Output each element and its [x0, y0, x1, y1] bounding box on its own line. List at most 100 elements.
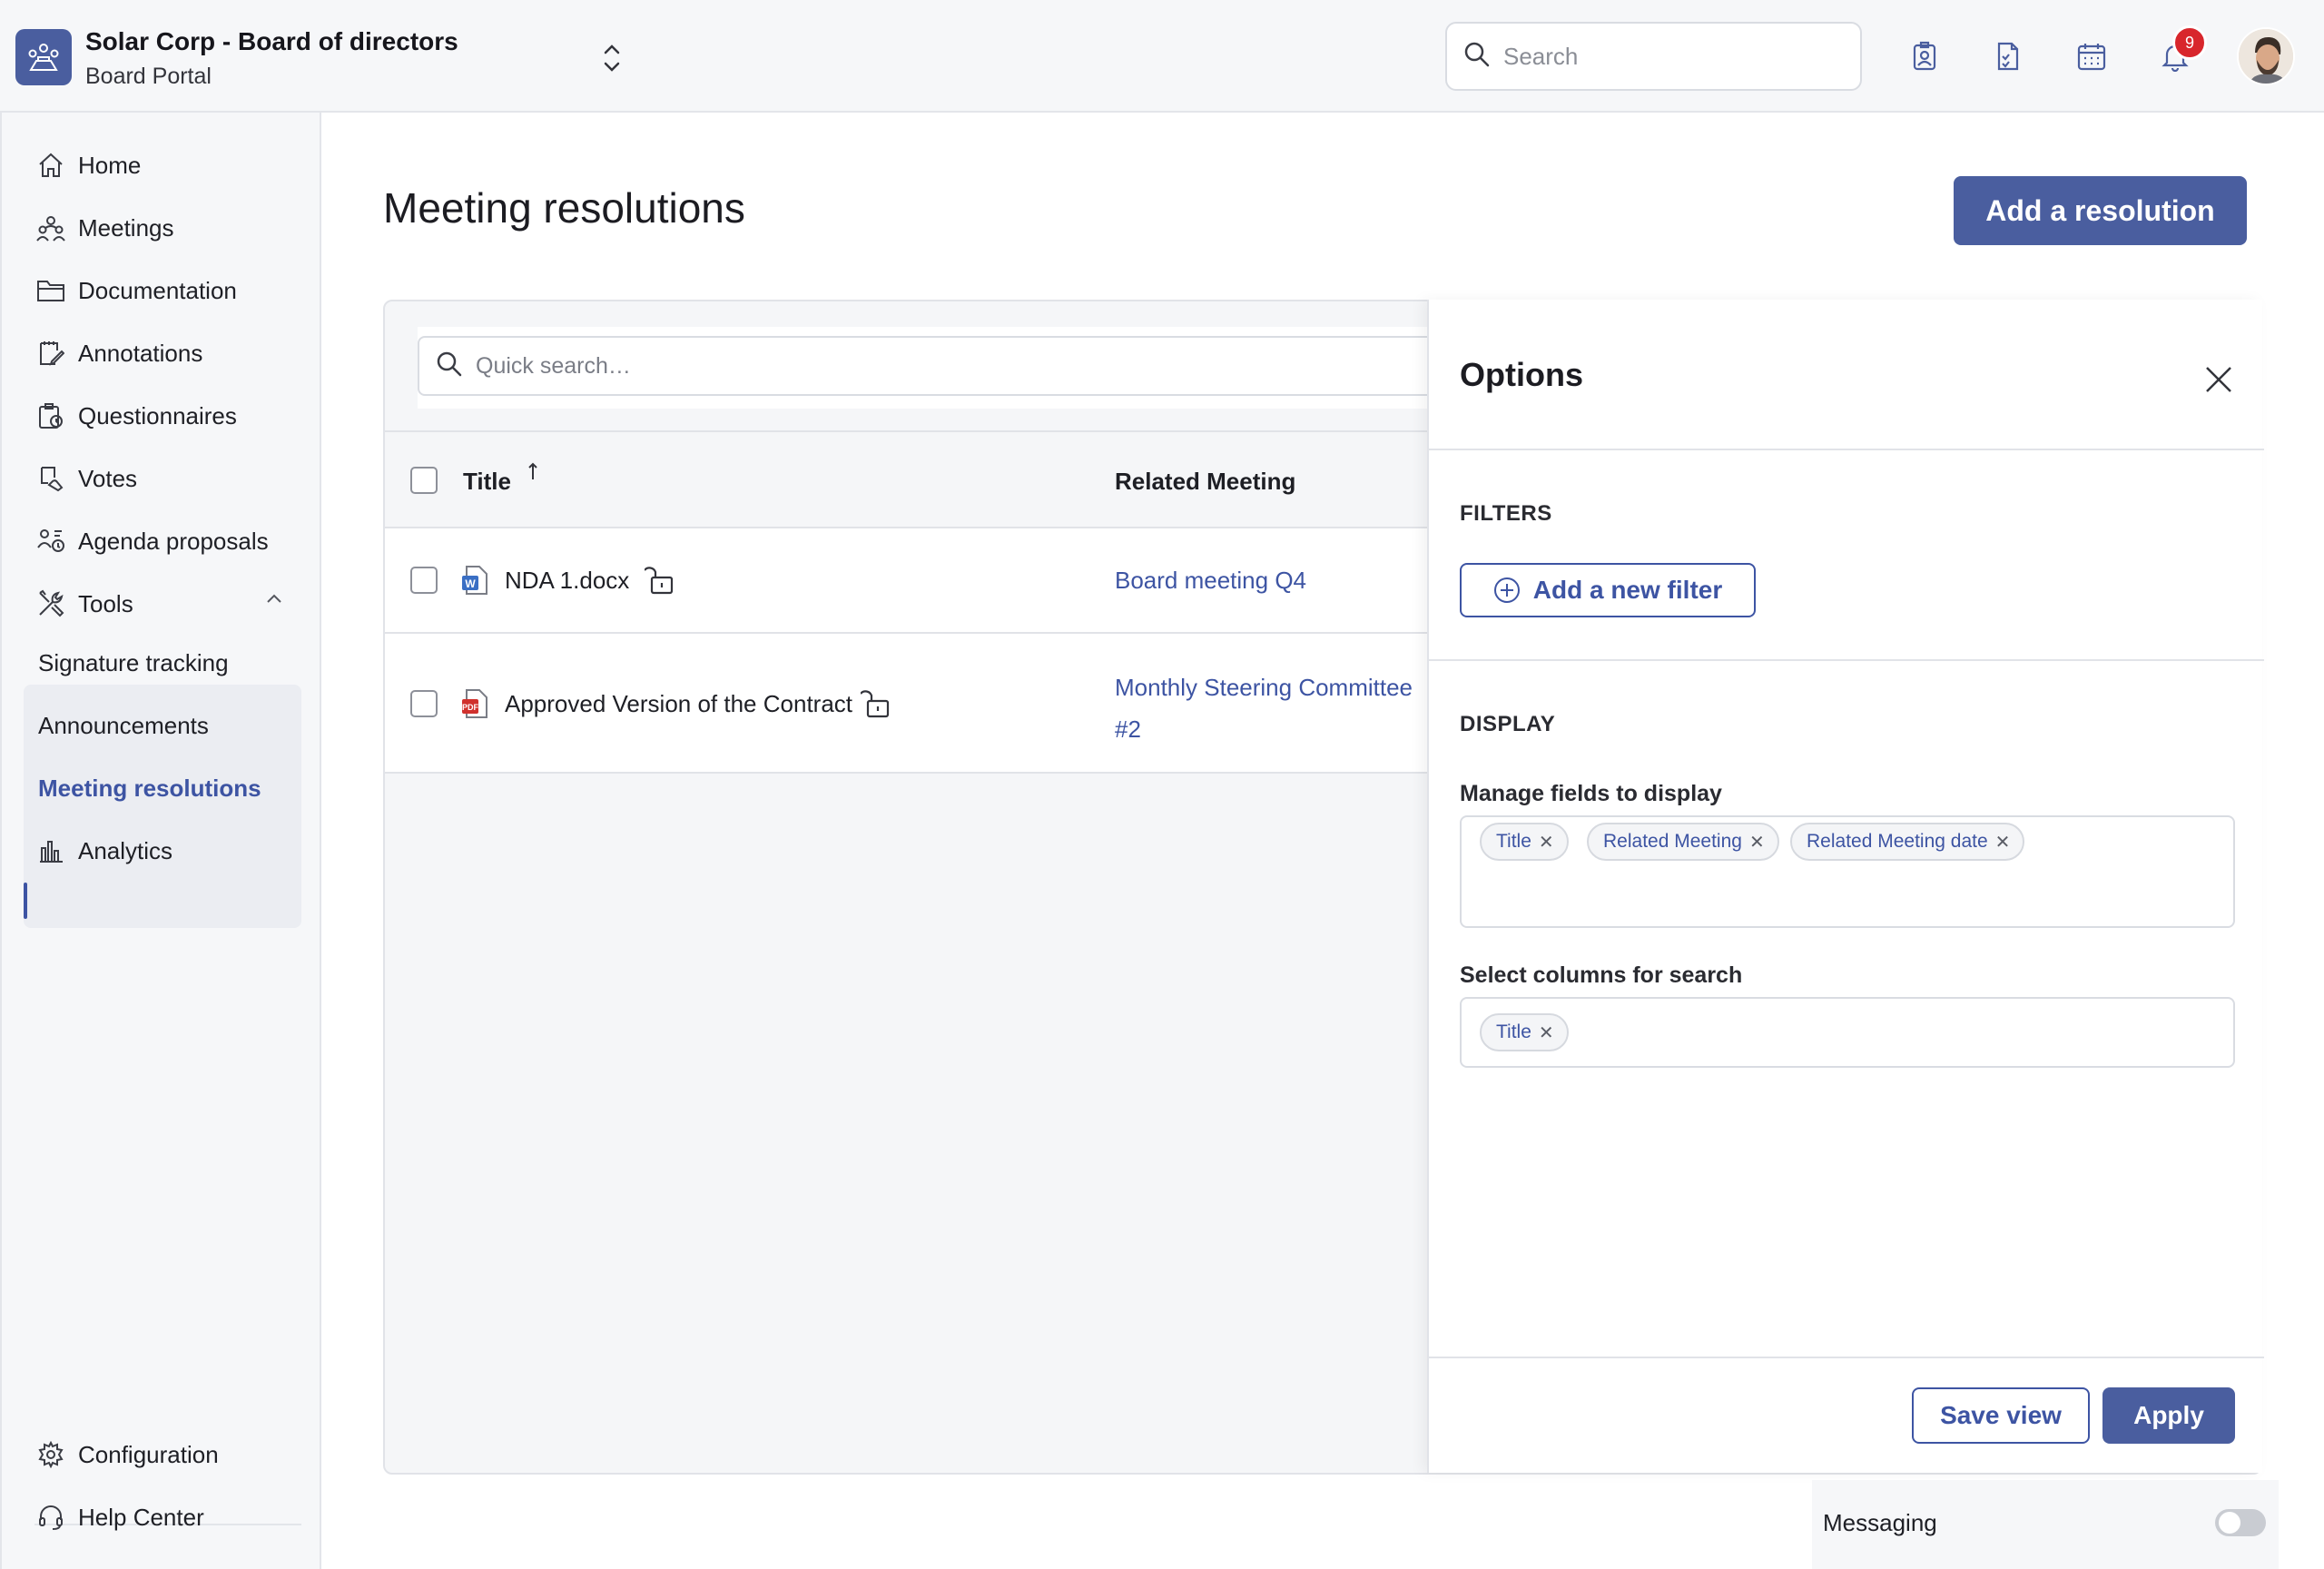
plus-circle-icon	[1493, 577, 1521, 604]
organization-switcher-icon[interactable]	[596, 40, 628, 76]
row-checkbox[interactable]	[410, 567, 438, 594]
search-columns-select[interactable]: Title ✕	[1460, 997, 2235, 1068]
search-icon	[436, 350, 463, 382]
annotation-icon	[34, 337, 67, 370]
sidebar-item-analytics[interactable]: Analytics	[34, 825, 303, 876]
top-header: Solar Corp - Board of directors Board Po…	[0, 0, 2324, 113]
gear-icon	[34, 1438, 67, 1471]
remove-chip-icon[interactable]: ✕	[1539, 831, 1554, 854]
sidebar-item-label: Annotations	[78, 339, 203, 367]
related-meeting-link[interactable]: Board meeting Q4	[1115, 567, 1306, 595]
sidebar-item-meetings[interactable]: Meetings	[34, 202, 303, 253]
add-filter-label: Add a new filter	[1532, 576, 1723, 604]
headset-icon	[34, 1501, 67, 1534]
column-header-related-meeting[interactable]: Related Meeting	[1115, 468, 1295, 496]
remove-chip-icon[interactable]: ✕	[1539, 1021, 1554, 1044]
sidebar-item-label: Questionnaires	[78, 401, 237, 429]
document-check-icon[interactable]	[1988, 36, 2028, 76]
resolution-title[interactable]: Approved Version of the Contract	[505, 690, 852, 718]
user-avatar[interactable]	[2237, 27, 2295, 85]
options-divider	[1429, 659, 2264, 661]
resolution-title[interactable]: NDA 1.docx	[505, 567, 629, 595]
messaging-toggle[interactable]	[2215, 1509, 2266, 1536]
sidebar-subitem-meeting-resolutions[interactable]: Meeting resolutions	[38, 765, 261, 812]
field-chip[interactable]: Title ✕	[1480, 823, 1569, 861]
calendar-icon[interactable]	[2072, 36, 2112, 76]
options-panel: Options FILTERS Add a new filter DISPLAY…	[1427, 300, 2264, 1473]
page-title: Meeting resolutions	[383, 184, 745, 232]
table-row[interactable]: W NDA 1.docx Board meeting Q4	[385, 528, 1429, 634]
messaging-label: Messaging	[1823, 1509, 1937, 1536]
svg-text:W: W	[465, 577, 476, 590]
vote-icon	[34, 462, 67, 495]
badge-icon[interactable]	[1905, 36, 1945, 76]
filters-section-label: FILTERS	[1460, 501, 1552, 526]
messaging-bar: Messaging	[1812, 1480, 2279, 1569]
table-row[interactable]: PDF Approved Version of the Contract Mon…	[385, 634, 1429, 774]
quick-search-input[interactable]	[476, 352, 1384, 380]
sidebar-item-configuration[interactable]: Configuration	[34, 1429, 303, 1480]
remove-chip-icon[interactable]: ✕	[1749, 831, 1765, 854]
people-icon	[34, 212, 67, 244]
organization-name: Solar Corp - Board of directors	[85, 27, 458, 55]
close-icon[interactable]	[2201, 361, 2237, 398]
unlocked-icon[interactable]	[644, 563, 675, 600]
global-search-box[interactable]	[1445, 22, 1862, 91]
table-header: Title Related Meeting	[385, 430, 1429, 528]
chevron-up-icon	[265, 593, 283, 610]
field-chip[interactable]: Related Meeting ✕	[1587, 823, 1779, 861]
global-search-input[interactable]	[1503, 42, 1830, 71]
search-column-chip[interactable]: Title ✕	[1480, 1013, 1569, 1051]
sidebar-item-label: Home	[78, 151, 142, 179]
apply-button[interactable]: Apply	[2102, 1387, 2235, 1444]
column-header-title[interactable]: Title	[463, 468, 511, 496]
sidebar-item-documentation[interactable]: Documentation	[34, 265, 303, 316]
sidebar-item-label: Tools	[78, 589, 133, 617]
save-view-button[interactable]: Save view	[1912, 1387, 2090, 1444]
sidebar-item-label: Meetings	[78, 213, 174, 242]
sidebar-item-annotations[interactable]: Annotations	[34, 328, 303, 379]
toggle-knob	[2219, 1512, 2240, 1534]
sidebar-item-help-center[interactable]: Help Center	[34, 1492, 303, 1543]
sidebar-item-label: Documentation	[78, 276, 237, 304]
manage-fields-label: Manage fields to display	[1460, 781, 1722, 806]
sidebar-navigation: Home Meetings Documentation Annotations …	[0, 113, 321, 1569]
questionnaire-icon	[34, 400, 67, 432]
quick-search-box[interactable]	[418, 336, 1507, 396]
organization-logo-icon	[15, 29, 72, 85]
remove-chip-icon[interactable]: ✕	[1995, 831, 2011, 854]
sidebar-item-label: Agenda proposals	[78, 527, 269, 555]
select-all-checkbox[interactable]	[410, 467, 438, 494]
sidebar-item-label: Help Center	[78, 1503, 204, 1531]
add-filter-button[interactable]: Add a new filter	[1460, 563, 1756, 617]
tools-icon	[34, 587, 67, 620]
row-checkbox[interactable]	[410, 690, 438, 717]
add-resolution-button[interactable]: Add a resolution	[1954, 176, 2247, 245]
notification-count-badge: 9	[2172, 25, 2207, 60]
portal-name: Board Portal	[85, 64, 212, 89]
options-title: Options	[1460, 356, 1583, 393]
folder-icon	[34, 274, 67, 307]
sidebar-subitem-signature-tracking[interactable]: Signature tracking	[38, 639, 229, 686]
related-meeting-link[interactable]: Monthly Steering Committee #2	[1115, 666, 1423, 750]
display-fields-select[interactable]: Title ✕ Related Meeting ✕ Related Meeting …	[1460, 815, 2235, 928]
sidebar-item-agenda-proposals[interactable]: Agenda proposals	[34, 516, 303, 567]
analytics-icon	[34, 834, 67, 867]
sort-ascending-icon[interactable]	[527, 461, 539, 486]
sidebar-subitem-announcements[interactable]: Announcements	[38, 702, 209, 749]
search-icon	[1463, 41, 1491, 73]
sidebar-item-votes[interactable]: Votes	[34, 453, 303, 504]
sidebar-item-questionnaires[interactable]: Questionnaires	[34, 390, 303, 441]
active-indicator	[24, 883, 27, 919]
sidebar-item-tools[interactable]: Tools	[34, 578, 303, 629]
pdf-file-icon: PDF	[461, 688, 488, 724]
unlocked-icon[interactable]	[860, 686, 891, 724]
options-divider	[1429, 449, 2264, 450]
display-section-label: DISPLAY	[1460, 712, 1556, 736]
field-chip[interactable]: Related Meeting date ✕	[1790, 823, 2025, 861]
sidebar-item-home[interactable]: Home	[34, 140, 303, 191]
sidebar-item-label: Configuration	[78, 1440, 219, 1468]
options-divider	[1429, 1357, 2264, 1358]
svg-text:PDF: PDF	[462, 703, 479, 712]
word-file-icon: W	[461, 565, 488, 600]
